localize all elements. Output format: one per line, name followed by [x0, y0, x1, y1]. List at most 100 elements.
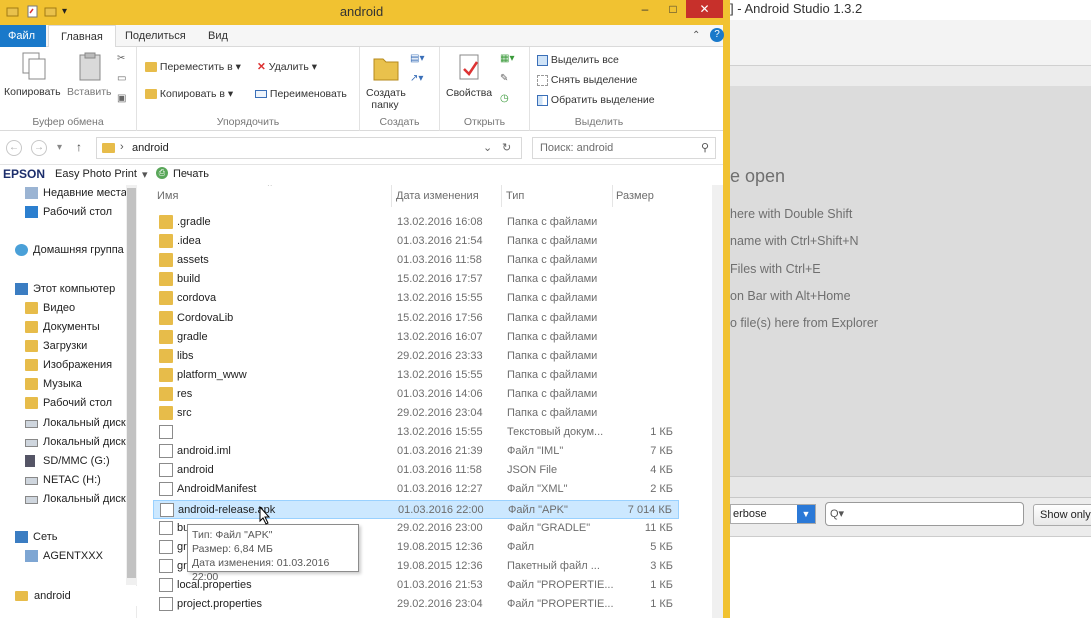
- table-row[interactable]: platform_www 13.02.2016 15:55 Папка с файл…: [153, 366, 679, 385]
- search-icon[interactable]: ⚲: [701, 141, 709, 154]
- table-row[interactable]: src 29.02.2016 23:04 Папка с файлами: [153, 404, 679, 423]
- minimize-button[interactable]: –: [630, 0, 660, 18]
- table-row[interactable]: android-release.apk 01.03.2016 22:00 Файл …: [153, 499, 679, 519]
- paste-shortcut-icon[interactable]: ▣: [117, 93, 126, 104]
- up-icon[interactable]: ↑: [76, 140, 82, 154]
- table-row[interactable]: 13.02.2016 15:55 Текстовый докум... 1 КБ: [153, 423, 679, 442]
- recent-locations-icon[interactable]: ▾: [57, 142, 62, 153]
- ribbon-collapse-icon[interactable]: ⌃: [692, 30, 700, 41]
- table-row[interactable]: cordova 13.02.2016 15:55 Папка с файлами: [153, 289, 679, 308]
- log-level-value: erbose: [733, 508, 767, 520]
- paste-icon[interactable]: [76, 51, 104, 83]
- file-type: Папка с файлами: [507, 330, 598, 343]
- table-row[interactable]: CordovaLib 15.02.2016 17:56 Папка с файлам…: [153, 309, 679, 328]
- path-input[interactable]: › android ⌄ ↻: [96, 137, 522, 159]
- table-row[interactable]: gradle 13.02.2016 16:07 Папка с файлами: [153, 328, 679, 347]
- tab-view[interactable]: Вид: [196, 25, 240, 47]
- table-row[interactable]: android 01.03.2016 11:58 JSON File 4 КБ: [153, 461, 679, 480]
- easy-access-icon[interactable]: ↗▾: [410, 73, 423, 84]
- folder-icon: [25, 359, 38, 371]
- file-type: Папка с файлами: [507, 273, 598, 286]
- forward-button[interactable]: →: [31, 140, 47, 156]
- file-icon: [159, 463, 173, 478]
- move-to-button[interactable]: Переместить в ▾: [145, 61, 241, 73]
- invert-selection-label: Обратить выделение: [550, 94, 655, 106]
- print-button[interactable]: Печать: [173, 168, 209, 180]
- rename-button[interactable]: Переименовать: [255, 88, 347, 100]
- open-icon[interactable]: ▦▾: [500, 53, 514, 64]
- copy-icon[interactable]: [20, 51, 48, 83]
- new-folder-icon[interactable]: [372, 51, 400, 83]
- file-type: Файл: [507, 540, 535, 553]
- folder-icon: [102, 143, 115, 153]
- table-row[interactable]: project.properties 29.02.2016 23:04 Файл "…: [153, 595, 679, 614]
- folder-icon: [159, 291, 173, 306]
- table-row[interactable]: assets 01.03.2016 11:58 Папка с файлами: [153, 251, 679, 270]
- column-header-date[interactable]: Дата изменения: [396, 185, 502, 207]
- invert-selection-button[interactable]: Обратить выделение: [537, 94, 655, 106]
- column-header-name[interactable]: Имя: [157, 185, 392, 207]
- rename-icon: [255, 90, 267, 99]
- easy-photo-print-button[interactable]: Easy Photo Print: [55, 168, 137, 180]
- search-input[interactable]: Поиск: android ⚲: [532, 137, 716, 159]
- new-folder-button[interactable]: Создать папку: [366, 87, 406, 111]
- show-only-select[interactable]: Show only: [1033, 504, 1091, 526]
- copy-to-label: Копировать в ▾: [159, 88, 234, 100]
- history-icon[interactable]: ◷: [500, 93, 509, 104]
- select-all-button[interactable]: Выделить все: [537, 54, 619, 66]
- folder-icon: [25, 378, 38, 390]
- tab-share[interactable]: Поделиться: [113, 25, 198, 47]
- file-icon: [159, 558, 173, 573]
- column-header-size[interactable]: Размер: [616, 185, 696, 207]
- table-row[interactable]: res 01.03.2016 14:06 Папка с файлами: [153, 385, 679, 404]
- properties-button[interactable]: Свойства: [446, 87, 492, 99]
- table-row[interactable]: build 15.02.2016 17:57 Папка с файлами: [153, 270, 679, 289]
- tab-file[interactable]: Файл: [0, 25, 46, 47]
- file-type: Папка с файлами: [507, 368, 598, 381]
- chevron-down-icon[interactable]: ▾: [142, 168, 148, 181]
- copy-button[interactable]: Копировать: [4, 86, 61, 98]
- file-list-scrollbar[interactable]: [712, 185, 723, 618]
- maximize-button[interactable]: □: [660, 0, 686, 18]
- file-date: 13.02.2016 15:55: [397, 292, 483, 305]
- copy-path-icon[interactable]: ▭: [117, 73, 126, 84]
- welcome-hint: o file(s) here from Explorer: [730, 316, 878, 330]
- file-type: Файл "PROPERTIE...: [507, 578, 614, 591]
- file-size: 11 КБ: [644, 521, 673, 534]
- refresh-icon[interactable]: ↻: [502, 141, 511, 154]
- select-none-button[interactable]: Снять выделение: [537, 74, 637, 86]
- delete-button[interactable]: ✕ Удалить ▾: [257, 61, 317, 73]
- nav-label: Этот компьютер: [33, 283, 116, 295]
- file-tooltip: Тип: Файл "APK" Размер: 6,84 МБ Дата изм…: [187, 524, 359, 583]
- column-header-type[interactable]: Тип: [506, 185, 613, 207]
- chevron-down-icon[interactable]: ⌄: [483, 141, 492, 154]
- tab-home[interactable]: Главная: [48, 25, 116, 48]
- table-row[interactable]: .gradle 13.02.2016 16:08 Папка с файлами: [153, 213, 679, 232]
- file-size: 7 014 КБ: [627, 503, 672, 516]
- file-date: 01.03.2016 22:00: [398, 503, 484, 516]
- copy-to-button[interactable]: Копировать в ▾: [145, 88, 233, 100]
- nav-scroll-thumb[interactable]: [127, 188, 136, 578]
- properties-icon[interactable]: [456, 53, 484, 85]
- paste-button[interactable]: Вставить: [67, 86, 112, 98]
- table-row[interactable]: AndroidManifest 01.03.2016 12:27 Файл "XML…: [153, 480, 679, 499]
- table-row[interactable]: .idea 01.03.2016 21:54 Папка с файлами: [153, 232, 679, 251]
- breadcrumb-android[interactable]: android: [132, 142, 169, 154]
- cut-icon[interactable]: ✂: [117, 53, 125, 64]
- epson-logo: EPSON: [3, 167, 46, 181]
- logcat-toolbar: erbose ▼ Q▾ Show only: [730, 498, 1091, 536]
- table-row[interactable]: libs 29.02.2016 23:33 Папка с файлами: [153, 347, 679, 366]
- ribbon-tabs: Файл Главная Поделиться Вид ⌃ ?: [0, 25, 724, 48]
- back-button[interactable]: ←: [6, 140, 22, 156]
- log-level-select[interactable]: erbose ▼: [730, 504, 816, 524]
- breadcrumb-separator[interactable]: ›: [120, 141, 124, 153]
- help-icon[interactable]: ?: [710, 28, 724, 42]
- file-name: project.properties: [177, 598, 262, 610]
- edit-icon[interactable]: ✎: [500, 73, 508, 84]
- chevron-down-icon[interactable]: ▼: [797, 505, 815, 523]
- close-button[interactable]: ✕: [686, 0, 723, 18]
- table-row[interactable]: android.iml 01.03.2016 21:39 Файл "IML" 7 К…: [153, 442, 679, 461]
- file-size: 1 КБ: [650, 578, 673, 591]
- new-item-icon[interactable]: ▤▾: [410, 53, 424, 64]
- logcat-search-input[interactable]: Q▾: [825, 502, 1024, 526]
